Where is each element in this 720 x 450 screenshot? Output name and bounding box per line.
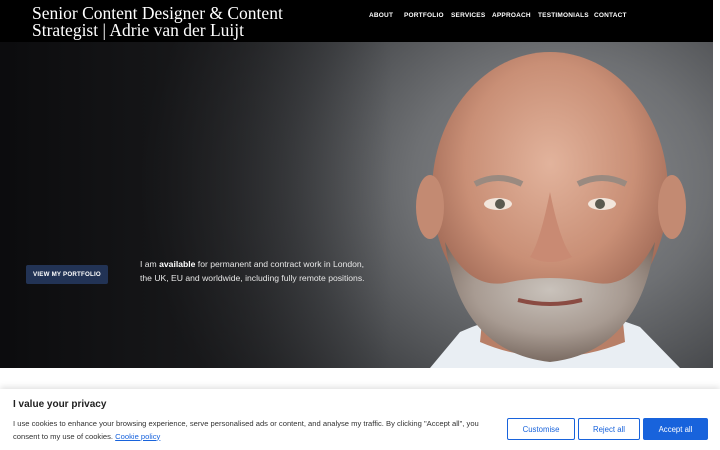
- nav-services[interactable]: SERVICES: [451, 12, 492, 19]
- customise-button[interactable]: Customise: [507, 418, 575, 440]
- site-header: Senior Content Designer & Content Strate…: [0, 0, 713, 42]
- availability-highlight: available: [159, 259, 196, 269]
- availability-text: I am available for permanent and contrac…: [140, 257, 370, 285]
- cookie-banner: I value your privacy I use cookies to en…: [0, 389, 720, 450]
- accept-all-button[interactable]: Accept all: [643, 418, 708, 440]
- nav-approach[interactable]: APPROACH: [492, 12, 538, 19]
- view-portfolio-button[interactable]: VIEW MY PORTFOLIO: [26, 265, 108, 284]
- main-nav: ABOUT PORTFOLIO SERVICES APPROACH TESTIM…: [369, 12, 634, 19]
- cookie-text: I use cookies to enhance your browsing e…: [13, 418, 503, 443]
- hero-shade: [0, 42, 713, 368]
- cookie-message: I use cookies to enhance your browsing e…: [13, 419, 479, 441]
- nav-testimonials[interactable]: TESTIMONIALS: [538, 12, 594, 19]
- cookie-policy-link[interactable]: Cookie policy: [115, 432, 160, 441]
- hero-section: VIEW MY PORTFOLIO I am available for per…: [0, 42, 713, 368]
- availability-text-start: I am: [140, 259, 160, 269]
- reject-all-button[interactable]: Reject all: [578, 418, 640, 440]
- nav-portfolio[interactable]: PORTFOLIO: [404, 12, 451, 19]
- site-title[interactable]: Senior Content Designer & Content Strate…: [32, 4, 332, 39]
- nav-about[interactable]: ABOUT: [369, 12, 404, 19]
- nav-contact[interactable]: CONTACT: [594, 12, 634, 19]
- cookie-title: I value your privacy: [13, 399, 107, 410]
